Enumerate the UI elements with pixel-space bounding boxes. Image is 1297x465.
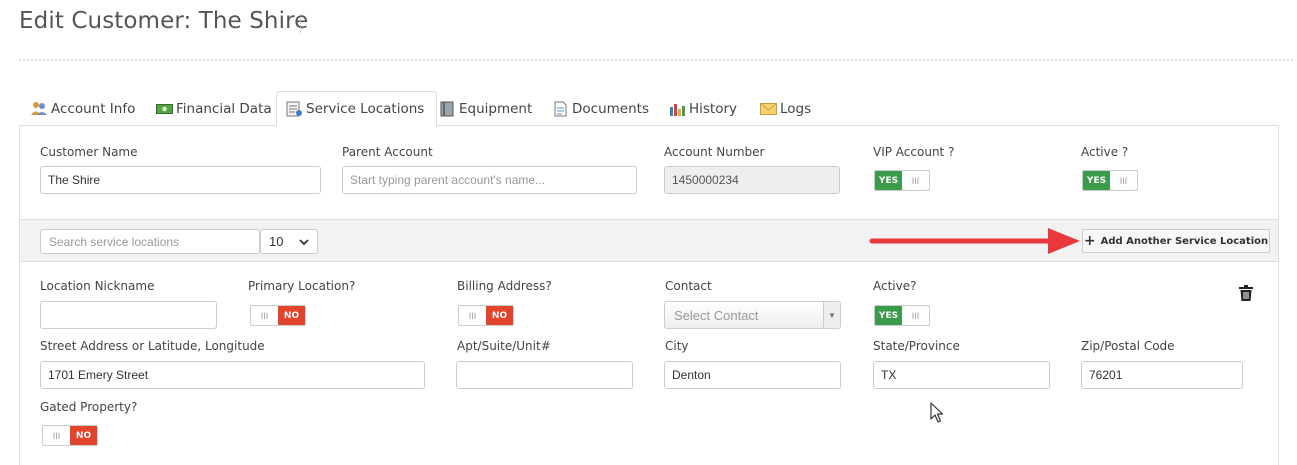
state-province-label: State/Province bbox=[873, 339, 960, 353]
primary-location-label: Primary Location? bbox=[248, 279, 356, 293]
red-arrow-annotation bbox=[869, 228, 1080, 254]
chevron-down-icon bbox=[299, 234, 309, 249]
add-button-label: Add Another Service Location bbox=[1100, 235, 1269, 247]
tab-label: Logs bbox=[780, 100, 812, 117]
street-address-input[interactable]: 1701 Emery Street bbox=[40, 361, 425, 389]
plus-icon: + bbox=[1083, 233, 1096, 249]
toggle-no: NO bbox=[486, 306, 513, 325]
tab-label: Financial Data bbox=[176, 100, 272, 117]
city-label: City bbox=[665, 339, 689, 353]
toggle-yes: YES bbox=[875, 171, 902, 190]
toggle-grip: III bbox=[911, 310, 920, 321]
toggle-grip: III bbox=[260, 310, 269, 321]
parent-account-input[interactable]: Start typing parent account's name... bbox=[342, 166, 637, 194]
primary-location-toggle[interactable]: III NO bbox=[250, 305, 306, 326]
text-cursor bbox=[300, 14, 301, 34]
trash-icon[interactable] bbox=[1239, 285, 1253, 301]
tab-financial-data[interactable]: Financial Data bbox=[156, 91, 272, 126]
tab-history[interactable]: History bbox=[669, 91, 737, 126]
vip-account-label: VIP Account ? bbox=[873, 145, 955, 159]
page-size-select[interactable]: 10 bbox=[260, 229, 318, 254]
bar-chart-icon bbox=[669, 100, 686, 117]
tab-label: History bbox=[689, 100, 738, 117]
toggle-yes: YES bbox=[875, 306, 902, 325]
tab-label: Documents bbox=[572, 100, 649, 117]
location-active-label: Active? bbox=[873, 279, 917, 293]
envelope-icon bbox=[760, 100, 777, 117]
add-service-location-button[interactable]: + Add Another Service Location bbox=[1082, 229, 1270, 253]
zip-code-label: Zip/Postal Code bbox=[1081, 339, 1175, 353]
page-title: Edit Customer: The Shire bbox=[19, 8, 309, 34]
account-number-field: 1450000234 bbox=[664, 166, 840, 194]
city-input[interactable]: Denton bbox=[664, 361, 841, 389]
toggle-no: NO bbox=[70, 426, 97, 445]
toggle-grip: III bbox=[468, 310, 477, 321]
service-locations-panel: Customer Name The Shire Parent Account S… bbox=[19, 125, 1279, 465]
toggle-no: NO bbox=[278, 306, 305, 325]
toggle-grip: III bbox=[911, 175, 920, 186]
customer-name-input[interactable]: The Shire bbox=[40, 166, 321, 194]
contact-select[interactable]: Select Contact ▼ bbox=[664, 301, 841, 329]
location-active-toggle[interactable]: YES III bbox=[874, 305, 930, 326]
document-icon bbox=[552, 100, 569, 117]
caret-down-icon: ▼ bbox=[823, 302, 840, 328]
tab-label: Service Locations bbox=[306, 101, 425, 117]
apt-suite-input[interactable] bbox=[456, 361, 633, 389]
search-locations-input[interactable]: Search service locations bbox=[40, 229, 260, 254]
customer-name-label: Customer Name bbox=[40, 145, 138, 159]
tab-logs[interactable]: Logs bbox=[760, 91, 811, 126]
tab-account-info[interactable]: Account Info bbox=[31, 91, 135, 126]
account-number-label: Account Number bbox=[664, 145, 765, 159]
money-icon bbox=[156, 100, 173, 117]
state-province-input[interactable]: TX bbox=[873, 361, 1050, 389]
book-icon bbox=[439, 100, 456, 117]
dotted-divider bbox=[19, 59, 1293, 61]
location-nickname-input[interactable] bbox=[40, 301, 217, 329]
customer-active-label: Active ? bbox=[1081, 145, 1129, 159]
location-nickname-label: Location Nickname bbox=[40, 279, 155, 293]
contact-label: Contact bbox=[665, 279, 712, 293]
users-icon bbox=[31, 100, 48, 117]
tab-label: Account Info bbox=[51, 100, 136, 117]
vip-account-toggle[interactable]: YES III bbox=[874, 170, 930, 191]
tab-label: Equipment bbox=[459, 100, 533, 117]
zip-code-input[interactable]: 76201 bbox=[1081, 361, 1243, 389]
billing-address-label: Billing Address? bbox=[457, 279, 552, 293]
service-location-toolbar: Search service locations 10 + Add Anothe… bbox=[20, 219, 1278, 262]
contact-placeholder: Select Contact bbox=[674, 307, 759, 323]
street-address-label: Street Address or Latitude, Longitude bbox=[40, 339, 265, 353]
gated-property-label: Gated Property? bbox=[40, 400, 138, 414]
toggle-yes: YES bbox=[1083, 171, 1110, 190]
mouse-pointer-icon bbox=[930, 402, 944, 423]
apt-suite-label: Apt/Suite/Unit# bbox=[457, 339, 551, 353]
toggle-grip: III bbox=[52, 430, 61, 441]
tab-equipment[interactable]: Equipment bbox=[439, 91, 532, 126]
toggle-grip: III bbox=[1119, 175, 1128, 186]
list-icon bbox=[286, 101, 303, 118]
parent-account-label: Parent Account bbox=[342, 145, 433, 159]
gated-property-toggle[interactable]: III NO bbox=[42, 425, 98, 446]
tab-documents[interactable]: Documents bbox=[552, 91, 649, 126]
page-size-value: 10 bbox=[269, 234, 284, 249]
tab-bar: Account Info Financial Data Service Loca… bbox=[19, 91, 1279, 127]
tab-service-locations[interactable]: Service Locations bbox=[276, 91, 438, 127]
billing-address-toggle[interactable]: III NO bbox=[458, 305, 514, 326]
customer-active-toggle[interactable]: YES III bbox=[1082, 170, 1138, 191]
